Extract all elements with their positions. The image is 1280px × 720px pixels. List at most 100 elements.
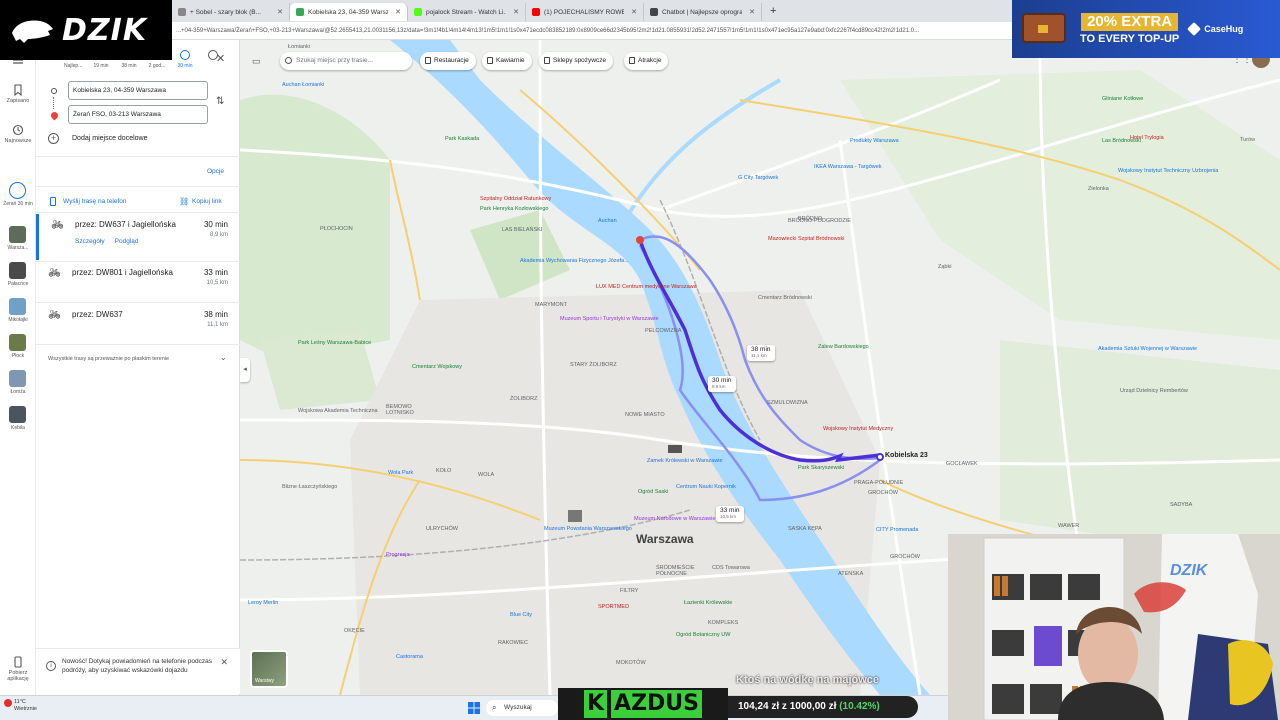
map-place-label[interactable]: WAWER: [1058, 523, 1079, 529]
mode-bike[interactable]: 30 min: [176, 50, 194, 69]
route-option[interactable]: 🚲︎ przez: DW637 i Jagiellońska 30 min 8,9 k…: [36, 214, 240, 260]
destination-field[interactable]: Żerań FSO, 03-213 Warszawa: [68, 105, 208, 124]
map-place-label[interactable]: LAS BIELAŃSKI: [502, 227, 542, 233]
get-app-button[interactable]: Pobierz aplikację: [0, 656, 36, 682]
map-place-label[interactable]: FILTRY: [620, 588, 638, 594]
swap-icon[interactable]: ⇅: [216, 96, 224, 107]
map-place-label[interactable]: GROCHÓW: [868, 490, 898, 496]
map-place-label[interactable]: Wojskowy Instytut Medyczny: [823, 426, 893, 432]
map-place-label[interactable]: SADYBA: [1170, 502, 1192, 508]
map-place-label[interactable]: Łazienki Królewskie: [684, 600, 732, 606]
map-place-label[interactable]: PŁOCHOCIN: [320, 226, 353, 232]
recent-place-thumb[interactable]: [9, 226, 26, 243]
map-place-label[interactable]: MOKOTÓW: [616, 660, 646, 666]
map-place-label[interactable]: Park Henryka Kozłowskiego: [480, 206, 548, 212]
map-place-label[interactable]: CITY Promenada: [876, 527, 918, 533]
map-place-label[interactable]: Wojskowy Instytut Techniczny Uzbrojenia: [1118, 168, 1218, 174]
map-place-label[interactable]: Akademia Sztuki Wojennej w Warszawie: [1098, 346, 1197, 352]
map-place-label[interactable]: Park Leśny Warszawa-Babice: [298, 340, 371, 346]
map-place-label[interactable]: NOWE MIASTO: [625, 412, 665, 418]
map-place-label[interactable]: SZMULOWIZNA: [767, 400, 808, 406]
map-place-label[interactable]: Ogród Botaniczny UW: [676, 632, 730, 638]
map-place-label[interactable]: OKĘCIE: [344, 628, 365, 634]
map-place-label[interactable]: Wojskowa Akademia Techniczna: [298, 408, 378, 414]
map-place-label[interactable]: Zalew Bardowskiego: [818, 344, 869, 350]
map-place-label[interactable]: Akademia Wychowania Fizycznego Józefa...: [520, 258, 629, 264]
map-place-label[interactable]: Mazowiecki Szpital Bródnowski: [768, 236, 844, 242]
new-tab-button[interactable]: +: [762, 5, 784, 17]
map-place-label[interactable]: Szpitalny Oddział Ratunkowy: [480, 196, 551, 202]
rail-item-recent[interactable]: Najnowsze: [0, 124, 36, 144]
map-place-label[interactable]: GOCŁAWEK: [946, 461, 978, 467]
map-place-label[interactable]: Turów: [1240, 137, 1255, 143]
map-place-label[interactable]: Ząbki: [938, 264, 951, 270]
browser-tab[interactable]: Chatbot | Najlepsze oprogramo... ✕: [644, 3, 762, 21]
map-place-label[interactable]: LUX MED Centrum medyczne Warszawa: [596, 284, 697, 290]
map-place-label[interactable]: Muzeum Sportu i Turystyki w Warszawie: [560, 316, 659, 322]
close-tab-icon[interactable]: ✕: [513, 8, 519, 16]
route-preview-link[interactable]: Podgląd: [115, 238, 139, 245]
map-place-label[interactable]: ATENSKA: [838, 571, 863, 577]
chevron-down-icon[interactable]: ⌄: [220, 353, 227, 362]
map-place-label[interactable]: CDS Towarowa: [712, 565, 750, 571]
map-place-label[interactable]: Cmentarz Wojskowy: [412, 364, 462, 370]
windows-start-icon[interactable]: [468, 702, 480, 714]
layers-button[interactable]: Warstwy: [250, 650, 288, 688]
map-place-label[interactable]: Zamek Królewski w Warszawie: [647, 458, 723, 464]
map-place-label[interactable]: ULRYCHÓW: [426, 526, 458, 532]
map-place-label[interactable]: Blue City: [510, 612, 532, 618]
map-place-label[interactable]: KOMPLEKS: [708, 620, 738, 626]
map-place-label[interactable]: LOTNISKO: [386, 410, 414, 416]
map-place-label[interactable]: Muzeum Powstania Warszawskiego: [544, 526, 632, 532]
map-place-label[interactable]: SPORTMED: [598, 604, 629, 610]
route-time-box-33[interactable]: 33 min 10,5 km: [716, 506, 744, 522]
options-button[interactable]: Opcje: [207, 168, 224, 175]
recent-place-thumb[interactable]: [9, 298, 26, 315]
map-place-label[interactable]: IKEA Warszawa - Targówek: [814, 164, 882, 170]
map-place-label[interactable]: Auchan Łomianki: [282, 82, 324, 88]
map-place-label[interactable]: STARY ŻOLIBORZ: [570, 362, 617, 368]
route-option[interactable]: 🚲︎ przez: DW801 i Jagiellońska 33 min 10,5 …: [36, 262, 240, 306]
recent-place-thumb[interactable]: [9, 182, 26, 199]
browser-tab[interactable]: pojalock Stream - Watch Li... ✕: [408, 3, 526, 21]
map-place-label[interactable]: Wola Park: [388, 470, 413, 476]
close-icon[interactable]: ✕: [216, 52, 225, 65]
recent-place-thumb[interactable]: [9, 334, 26, 351]
map-place-label[interactable]: Ogród Saski: [638, 489, 668, 495]
chip-restaurants[interactable]: Restauracje: [420, 52, 476, 70]
map-place-label[interactable]: WOLA: [478, 472, 494, 478]
map-place-label[interactable]: RAKOWIEC: [498, 640, 528, 646]
chip-cafes[interactable]: Kawiarnie: [482, 52, 532, 70]
map-place-label[interactable]: BRÓDNO-PODGRODZIE: [788, 218, 851, 224]
collapse-panel-button[interactable]: ◂: [240, 358, 250, 382]
map-place-label[interactable]: PELCOWIZNA: [645, 328, 681, 334]
origin-field[interactable]: Kobielska 23, 04-359 Warszawa: [68, 81, 208, 100]
map-place-label[interactable]: Park Kaskada: [445, 136, 479, 142]
close-notice-icon[interactable]: ✕: [220, 656, 228, 669]
map-place-label[interactable]: PÓŁNOCNE: [656, 571, 687, 577]
add-icon[interactable]: +: [48, 133, 59, 144]
browser-tab[interactable]: Kobielska 23, 04-359 Warszawa ✕: [290, 3, 408, 21]
map-place-label[interactable]: MARYMONT: [535, 302, 567, 308]
recent-place-thumb[interactable]: [9, 262, 26, 279]
map-place-label[interactable]: Auchan: [598, 218, 617, 224]
map-place-label[interactable]: Urząd Dzielnicy Rembertów: [1120, 388, 1188, 394]
map-place-label[interactable]: Muzeum Narodowe w Warszawie: [634, 516, 715, 522]
add-destination-link[interactable]: Dodaj miejsce docelowe: [72, 135, 147, 142]
close-tab-icon[interactable]: ✕: [277, 8, 283, 16]
route-time-box-30[interactable]: 30 min 8,9 km: [708, 376, 736, 392]
map-place-label[interactable]: Centrum Nauki Kopernik: [676, 484, 736, 490]
recent-place-thumb[interactable]: [9, 406, 26, 423]
map-place-label[interactable]: SASKA KĘPA: [788, 526, 822, 532]
map-place-label[interactable]: Blizne Łaszczyńskiego: [282, 484, 337, 490]
chip-attractions[interactable]: Atrakcje: [624, 52, 669, 70]
map-place-label[interactable]: ŻOLIBORZ: [510, 396, 538, 402]
close-tab-icon[interactable]: ✕: [631, 8, 637, 16]
map-place-label[interactable]: GROCHÓW: [890, 554, 920, 560]
recent-place-thumb[interactable]: [9, 370, 26, 387]
close-tab-icon[interactable]: ✕: [749, 8, 755, 16]
map-place-label[interactable]: Produkty Warszawa: [850, 138, 899, 144]
map-place-label[interactable]: Castorama: [396, 654, 423, 660]
map-place-label[interactable]: G City Targówek: [738, 175, 778, 181]
rail-item-saved[interactable]: Zapisano: [0, 84, 36, 104]
